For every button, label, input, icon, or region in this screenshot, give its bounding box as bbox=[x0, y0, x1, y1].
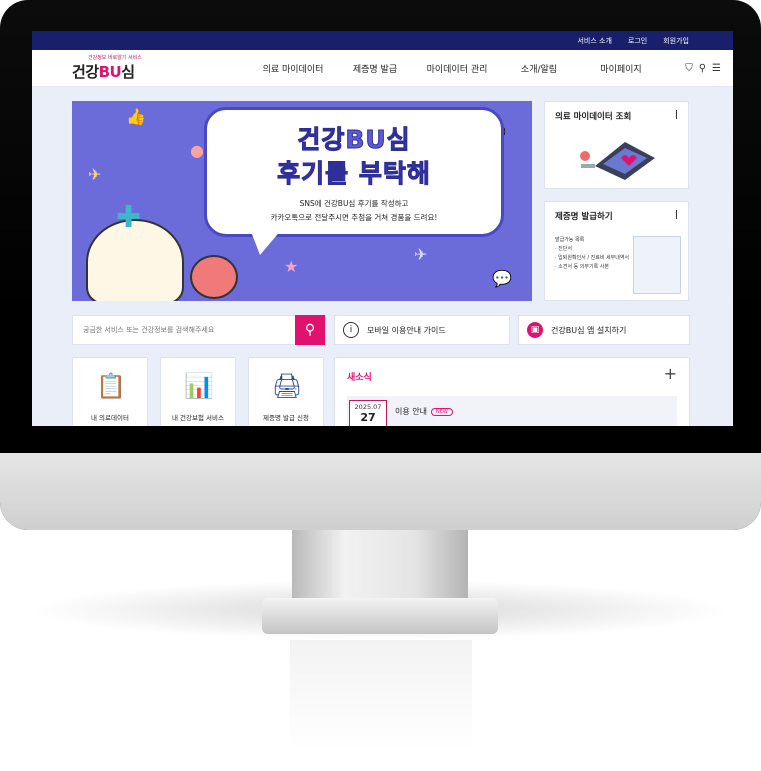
news-item[interactable]: 2025.07 27 이용 안내 NEW bbox=[347, 396, 677, 426]
certificate-issue-card[interactable]: 제증명 발급하기 | 발급가능 목록 · 진단서 · 입퇴원확인서 / 진료비 세… bbox=[544, 201, 689, 301]
banner-desc-line2: 카카오톡으로 전달주시면 추첨을 거쳐 경품을 드려요! bbox=[270, 213, 438, 222]
service-card-certificate[interactable]: 🖨 제증명 발급 신청 bbox=[248, 357, 324, 426]
utility-nav: 서비스 소개 로그인 회원가입 bbox=[32, 31, 733, 50]
magnifier-icon: ⚲ bbox=[304, 322, 316, 338]
printer-icon: 🖨 bbox=[271, 372, 303, 400]
news-item-title: 이용 안내 NEW bbox=[395, 406, 453, 417]
search-input[interactable] bbox=[73, 326, 295, 334]
menu-item-data-manage[interactable]: 마이데이터 관리 bbox=[416, 62, 498, 75]
search-button[interactable]: ⚲ bbox=[295, 315, 325, 345]
circle-deco-icon: ● bbox=[190, 141, 204, 160]
news-panel: 새소식 + 2025.07 27 이용 안내 NEW bbox=[334, 357, 690, 426]
global-nav: 건강정보 바로알기 서비스 건강BU심 의료 마이데이터 제증명 발급 마이데이… bbox=[32, 50, 733, 87]
monitor-stand-neck bbox=[292, 530, 468, 600]
menu-item-notice[interactable]: 소개/알림 bbox=[498, 62, 580, 75]
thumbs-up-icon: 👍 bbox=[126, 107, 146, 126]
card-title: 제증명 발급하기 bbox=[555, 212, 613, 222]
medical-cross-icon: ✚ bbox=[116, 200, 142, 235]
document-illustration-icon bbox=[633, 236, 681, 294]
chat-bubble-icon: 💬 bbox=[492, 269, 512, 288]
cart-icon[interactable]: ⛉ bbox=[685, 63, 693, 74]
logo-subtitle: 건강정보 바로알기 서비스 bbox=[88, 55, 142, 61]
menu-item-certificate[interactable]: 제증명 발급 bbox=[334, 62, 416, 75]
app-icon: ▣ bbox=[527, 322, 543, 338]
news-title: 새소식 bbox=[347, 373, 372, 383]
card-title: 의료 마이데이터 조회 bbox=[555, 112, 632, 122]
paper-plane-icon: ✈ bbox=[88, 165, 102, 184]
speech-bubble-tail bbox=[250, 229, 282, 255]
utility-link-signup[interactable]: 회원가입 bbox=[663, 36, 689, 46]
monitor-chart-icon: 📊 bbox=[184, 372, 214, 400]
paper-plane-icon: ✈ bbox=[414, 245, 428, 264]
monitor-frame: 서비스 소개 로그인 회원가입 건강정보 바로알기 서비스 건강BU심 의료 마… bbox=[0, 0, 761, 530]
monitor-chin bbox=[0, 453, 761, 530]
news-more-button[interactable]: + bbox=[664, 364, 677, 383]
menu-item-mypage[interactable]: 마이페이지 bbox=[580, 62, 662, 75]
mascot-apple-character bbox=[190, 255, 238, 299]
quick-link-label: 모바일 이용안내 가이드 bbox=[367, 325, 446, 335]
divider: | bbox=[674, 110, 678, 120]
monitor-stand-base bbox=[262, 598, 498, 634]
banner-desc-line1: SNS에 건강BU심 후기를 작성하고 bbox=[299, 199, 409, 208]
menu-item-mydata[interactable]: 의료 마이데이터 bbox=[252, 62, 334, 75]
phone-heart-illustration-icon bbox=[580, 142, 655, 180]
screen: 서비스 소개 로그인 회원가입 건강정보 바로알기 서비스 건강BU심 의료 마… bbox=[32, 31, 733, 426]
search-bar: ⚲ bbox=[72, 315, 326, 345]
utility-link-about[interactable]: 서비스 소개 bbox=[577, 36, 611, 46]
app-install-link[interactable]: ▣ 건강BU심 앱 설치하기 bbox=[518, 315, 690, 345]
service-card-insurance[interactable]: 📊 내 건강보험 서비스 bbox=[160, 357, 236, 426]
logo-text: 건강BU심 bbox=[72, 63, 135, 81]
speech-bubble: 건강BU심 후기를 부탁해 SNS에 건강BU심 후기를 작성하고 카카오톡으로… bbox=[204, 107, 504, 237]
info-icon: i bbox=[343, 322, 359, 338]
banner-title-line2: 후기를 부탁해 bbox=[277, 159, 431, 189]
clipboard-icon: 📋 bbox=[96, 372, 126, 400]
service-label: 제증명 발급 신청 bbox=[263, 414, 309, 422]
mydata-lookup-card[interactable]: 의료 마이데이터 조회 | bbox=[544, 101, 689, 189]
gnb-icons: ⛉ ⚲ ☰ bbox=[685, 63, 721, 74]
stand-reflection bbox=[290, 640, 472, 750]
site-logo[interactable]: 건강정보 바로알기 서비스 건강BU심 bbox=[72, 54, 182, 82]
service-label: 내 건강보험 서비스 bbox=[172, 414, 224, 422]
utility-link-login[interactable]: 로그인 bbox=[628, 36, 647, 46]
service-label: 내 의료데이터 bbox=[91, 414, 129, 422]
hamburger-menu-icon[interactable]: ☰ bbox=[712, 63, 721, 74]
star-icon: ★ bbox=[284, 257, 299, 276]
new-badge: NEW bbox=[430, 407, 453, 416]
certificate-list: 발급가능 목록 · 진단서 · 입퇴원확인서 / 진료비 세부내역서 · 소견서… bbox=[555, 237, 630, 270]
divider: | bbox=[674, 210, 678, 220]
banner-title-line1: 건강BU심 bbox=[297, 125, 411, 155]
quick-link-label: 건강BU심 앱 설치하기 bbox=[551, 325, 627, 335]
search-icon[interactable]: ⚲ bbox=[699, 63, 706, 74]
main-menu: 의료 마이데이터 제증명 발급 마이데이터 관리 소개/알림 마이페이지 bbox=[252, 62, 662, 75]
service-card-medical-data[interactable]: 📋 내 의료데이터 bbox=[72, 357, 148, 426]
promo-banner[interactable]: 👍 ✈ ● 💬 ● ✈ ★ 💬 건강BU심 후기를 부탁해 SNS에 건강BU심… bbox=[72, 101, 532, 301]
news-date: 2025.07 27 bbox=[349, 400, 387, 426]
mobile-guide-link[interactable]: i 모바일 이용안내 가이드 bbox=[334, 315, 510, 345]
